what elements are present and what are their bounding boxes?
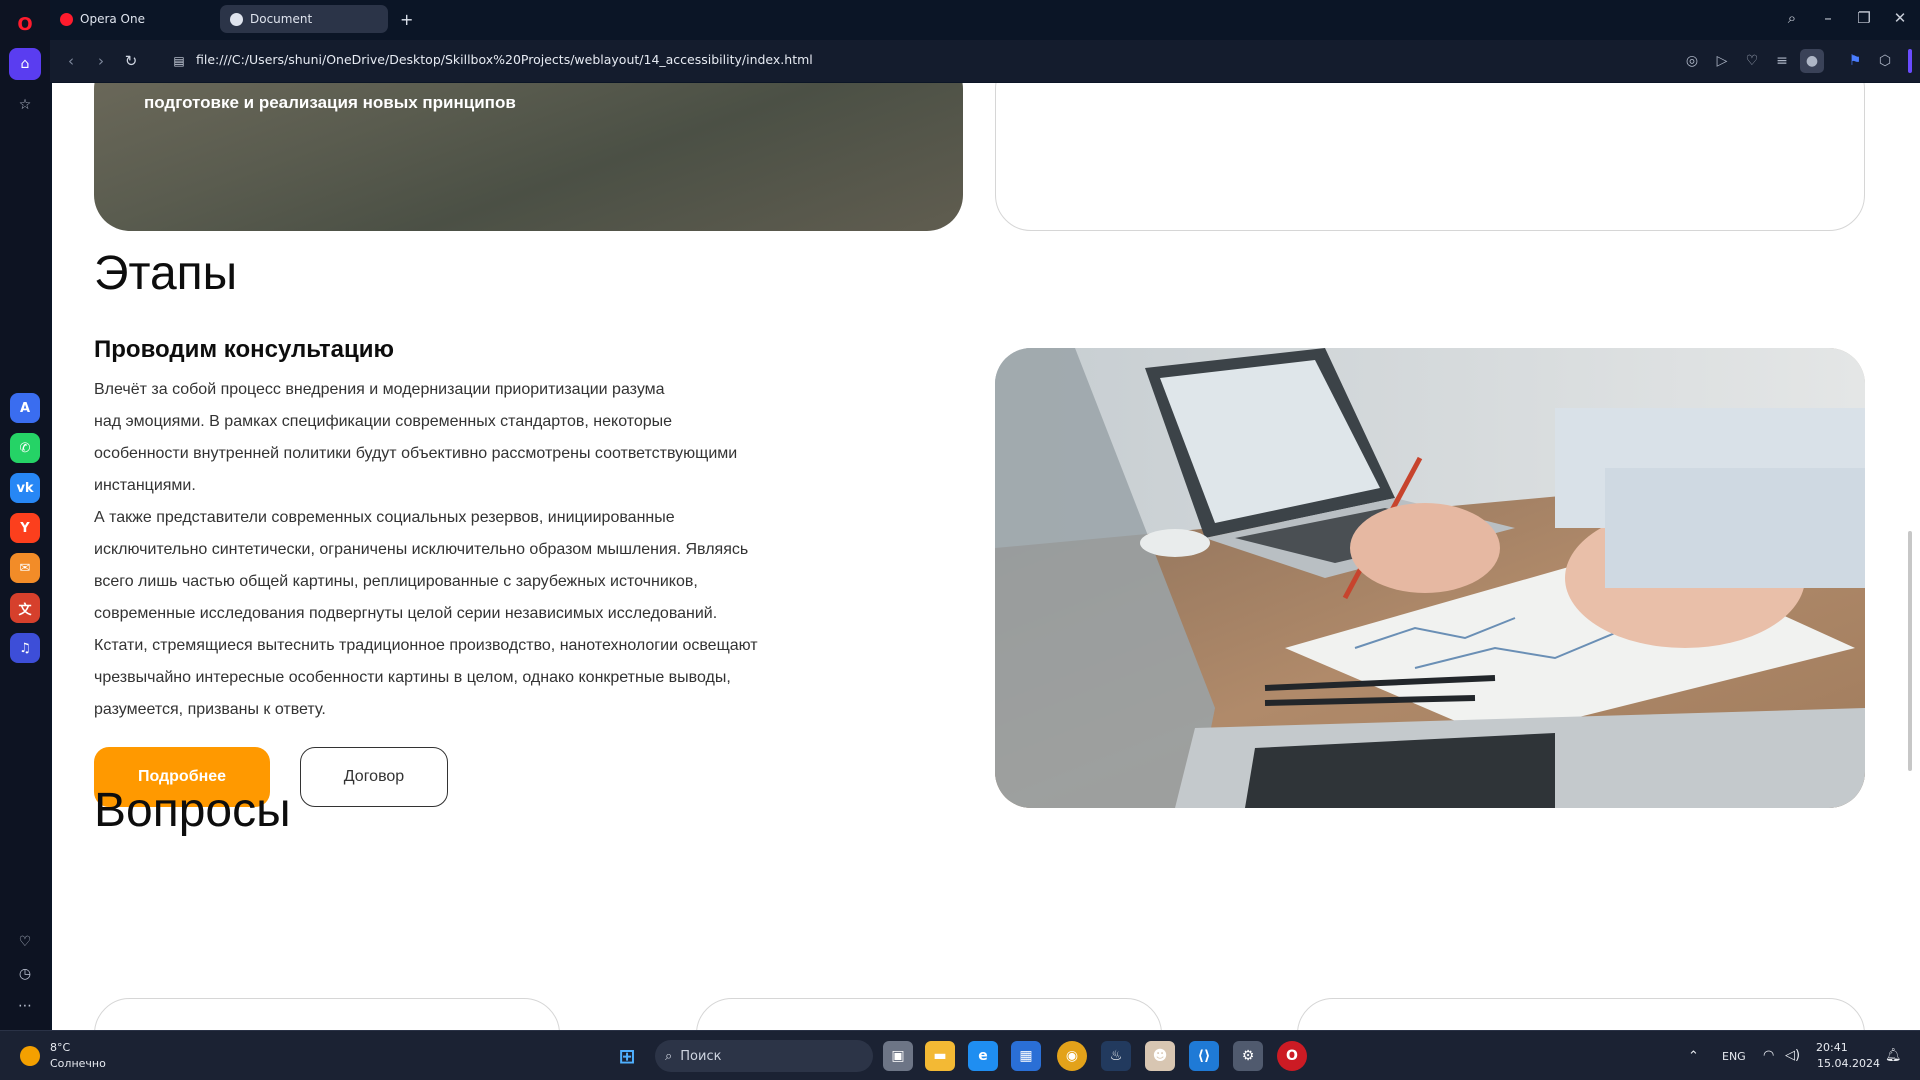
hero-image-caption: подготовке и реализация новых принципов xyxy=(144,93,516,112)
tab-bar: Opera One Document + ⌕ – ❐ ✕ xyxy=(50,0,1920,36)
search-placeholder: Поиск xyxy=(680,1048,722,1064)
taskbar: 8°C Солнечно ⊞ ⌕ Поиск ▣ ▬ e ▦ ◉ ♨ ☻ ⟨⟩ … xyxy=(0,1030,1920,1080)
chevron-up-icon[interactable]: ⌃ xyxy=(1688,1049,1699,1064)
task-view-icon[interactable]: ▣ xyxy=(883,1041,913,1071)
mail-icon[interactable]: ✉ xyxy=(10,553,40,583)
file-icon: ▤ xyxy=(173,54,185,68)
stages-title: Этапы xyxy=(94,247,238,300)
send-icon[interactable]: ▷ xyxy=(1710,49,1734,73)
wifi-icon[interactable]: ◠ xyxy=(1763,1048,1774,1063)
scrollbar[interactable] xyxy=(1908,531,1912,771)
search-icon: ⌕ xyxy=(665,1048,673,1064)
yandex-icon[interactable]: Y xyxy=(10,513,40,543)
paragraph-line: исключительно синтетически, ограничены и… xyxy=(94,541,749,558)
globe-icon xyxy=(230,12,243,26)
back-icon[interactable]: ‹ xyxy=(60,50,82,72)
hero-image: подготовке и реализация новых принципов xyxy=(94,83,963,231)
page-viewport: подготовке и реализация новых принципов … xyxy=(52,83,1920,1030)
steam-icon[interactable]: ♨ xyxy=(1101,1041,1131,1071)
question-card[interactable] xyxy=(1297,998,1865,1030)
restore-icon[interactable]: ❐ xyxy=(1851,6,1877,30)
windows-start-icon[interactable]: ⊞ xyxy=(612,1041,642,1071)
new-tab-button[interactable]: + xyxy=(394,5,418,33)
taskbar-search[interactable]: ⌕ Поиск xyxy=(655,1040,873,1072)
tab-label: Opera One xyxy=(80,12,145,26)
game-app-icon[interactable]: ☻ xyxy=(1145,1041,1175,1071)
tab-label: Document xyxy=(250,12,313,26)
paragraph-line: над эмоциями. В рамках спецификации совр… xyxy=(94,413,673,430)
whatsapp-icon[interactable]: ✆ xyxy=(10,433,40,463)
weather-desc: Солнечно xyxy=(50,1057,106,1070)
clock-date[interactable]: 15.04.2024 xyxy=(1817,1057,1880,1070)
laptops-illustration xyxy=(995,348,1865,808)
sun-icon[interactable] xyxy=(20,1046,40,1066)
search-tabs-icon[interactable]: ⌕ xyxy=(1779,6,1805,30)
menu-icon[interactable]: ≡ xyxy=(1770,49,1794,73)
opera-logo-icon[interactable]: O xyxy=(9,8,41,40)
paragraph-line: инстанциями. xyxy=(94,477,196,494)
paragraph-line: чрезвычайно интересные особенности карти… xyxy=(94,669,731,686)
tab-document[interactable]: Document xyxy=(220,5,388,33)
stages-subtitle: Проводим консультацию xyxy=(94,336,394,363)
heart-icon[interactable]: ♡ xyxy=(1740,49,1764,73)
home-icon[interactable]: ⌂ xyxy=(9,48,41,80)
close-icon[interactable]: ✕ xyxy=(1887,6,1913,30)
profile-icon[interactable]: ● xyxy=(1800,49,1824,73)
aria-app-icon[interactable]: A xyxy=(10,393,40,423)
translate-icon[interactable]: 文 xyxy=(10,593,40,623)
consultation-photo xyxy=(995,348,1865,808)
language-indicator[interactable]: ENG xyxy=(1722,1050,1746,1063)
questions-title: Вопросы xyxy=(94,784,291,837)
paragraph-line: Кстати, стремящиеся вытеснить традиционн… xyxy=(94,637,758,654)
star-icon[interactable]: ☆ xyxy=(9,89,41,121)
browser-sidebar: O ⌂ ☆ A ✆ vk Y ✉ 文 ♫ ♡ ◷ ⋯ xyxy=(0,0,50,1030)
tab-opera-one[interactable]: Opera One xyxy=(50,5,210,33)
more-icon[interactable]: ⋯ xyxy=(9,990,41,1022)
settings-icon[interactable]: ⚙ xyxy=(1233,1041,1263,1071)
forward-icon[interactable]: › xyxy=(90,50,112,72)
edge-icon[interactable]: e xyxy=(968,1041,998,1071)
minimize-icon[interactable]: – xyxy=(1815,6,1841,30)
question-card[interactable] xyxy=(696,998,1162,1030)
weather-temp: 8°C xyxy=(50,1041,71,1054)
paragraph-line: разумеется, призваны к ответу. xyxy=(94,701,326,718)
sidebar-toggle[interactable] xyxy=(1908,49,1912,73)
paragraph-line: современные исследования подвергнуты цел… xyxy=(94,605,718,622)
volume-icon[interactable]: ◁) xyxy=(1785,1048,1800,1063)
paragraph-line: А также представители современных социал… xyxy=(94,509,675,526)
camera-icon[interactable]: ◎ xyxy=(1680,49,1704,73)
vscode-icon[interactable]: ⟨⟩ xyxy=(1189,1041,1219,1071)
address-bar: ‹ › ↻ ▤ file:///C:/Users/shuni/OneDrive/… xyxy=(50,40,1920,82)
history-icon[interactable]: ◷ xyxy=(9,958,41,990)
contract-button[interactable]: Договор xyxy=(300,747,448,807)
question-card[interactable] xyxy=(94,998,560,1030)
paragraph-line: особенности внутренней политики будут об… xyxy=(94,445,738,462)
info-card xyxy=(995,83,1865,231)
music-icon[interactable]: ♫ xyxy=(10,633,40,663)
extensions-icon[interactable]: ⬡ xyxy=(1873,49,1897,73)
reload-icon[interactable]: ↻ xyxy=(120,50,142,72)
heart-icon[interactable]: ♡ xyxy=(9,926,41,958)
opera-taskbar-icon[interactable]: O xyxy=(1277,1041,1307,1071)
vk-icon[interactable]: vk xyxy=(10,473,40,503)
store-icon[interactable]: ▦ xyxy=(1011,1041,1041,1071)
opera-favicon-icon xyxy=(60,12,73,26)
notification-bell-icon[interactable]: 🔔︎ xyxy=(1885,1048,1902,1063)
clock-time[interactable]: 20:41 xyxy=(1816,1041,1848,1054)
chrome-icon[interactable]: ◉ xyxy=(1057,1041,1087,1071)
url-field[interactable]: file:///C:/Users/shuni/OneDrive/Desktop/… xyxy=(196,52,813,67)
paragraph-line: всего лишь частью общей картины, реплици… xyxy=(94,573,698,590)
paragraph-line: Влечёт за собой процесс внедрения и моде… xyxy=(94,381,665,398)
file-explorer-icon[interactable]: ▬ xyxy=(925,1041,955,1071)
flag-icon[interactable]: ⚑ xyxy=(1843,49,1867,73)
